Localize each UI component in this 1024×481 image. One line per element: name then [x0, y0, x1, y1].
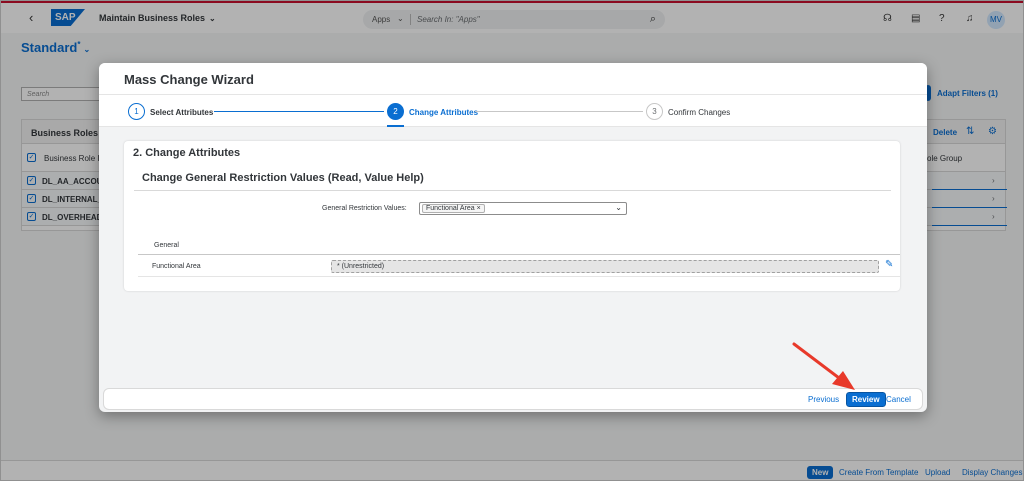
- general-restriction-values-multicombo[interactable]: Functional Area × ⌄: [419, 202, 627, 215]
- group-label: General: [154, 242, 179, 249]
- attribute-value-field: * (Unrestricted): [331, 260, 879, 273]
- step-connector: [475, 111, 643, 112]
- close-icon[interactable]: ×: [477, 205, 481, 212]
- mass-change-wizard-dialog: Mass Change Wizard 1 Select Attributes 2…: [99, 63, 927, 412]
- step-connector: [214, 111, 384, 112]
- cancel-button[interactable]: Cancel: [886, 395, 911, 404]
- dialog-title: Mass Change Wizard: [124, 72, 254, 87]
- active-step-underline: [387, 125, 404, 127]
- general-restriction-values-label: General Restriction Values:: [322, 205, 407, 212]
- dialog-header: Mass Change Wizard: [99, 63, 927, 95]
- step-2-label[interactable]: Change Attributes: [409, 108, 478, 117]
- previous-button[interactable]: Previous: [808, 395, 839, 404]
- attribute-label: Functional Area: [152, 263, 201, 270]
- subsection-title: Change General Restriction Values (Read,…: [142, 172, 424, 184]
- token-text: Functional Area: [426, 205, 475, 212]
- pencil-icon[interactable]: ✎: [885, 259, 893, 270]
- review-button[interactable]: Review: [845, 391, 887, 408]
- token-functional-area[interactable]: Functional Area ×: [422, 204, 485, 213]
- dialog-footer: Previous Review Cancel: [103, 388, 923, 410]
- step-3-label: Confirm Changes: [668, 108, 731, 117]
- step-1-label[interactable]: Select Attributes: [150, 108, 213, 117]
- step-1-indicator[interactable]: 1: [128, 103, 145, 120]
- divider: [134, 190, 891, 191]
- wizard-progress: 1 Select Attributes 2 Change Attributes …: [99, 95, 927, 127]
- attribute-row: Functional Area * (Unrestricted) ✎: [138, 255, 900, 277]
- change-attributes-section: 2. Change Attributes Change General Rest…: [124, 141, 900, 291]
- chevron-down-icon[interactable]: ⌄: [615, 203, 622, 212]
- step-2-indicator[interactable]: 2: [387, 103, 404, 120]
- step-3-indicator: 3: [646, 103, 663, 120]
- section-title: 2. Change Attributes: [133, 147, 241, 159]
